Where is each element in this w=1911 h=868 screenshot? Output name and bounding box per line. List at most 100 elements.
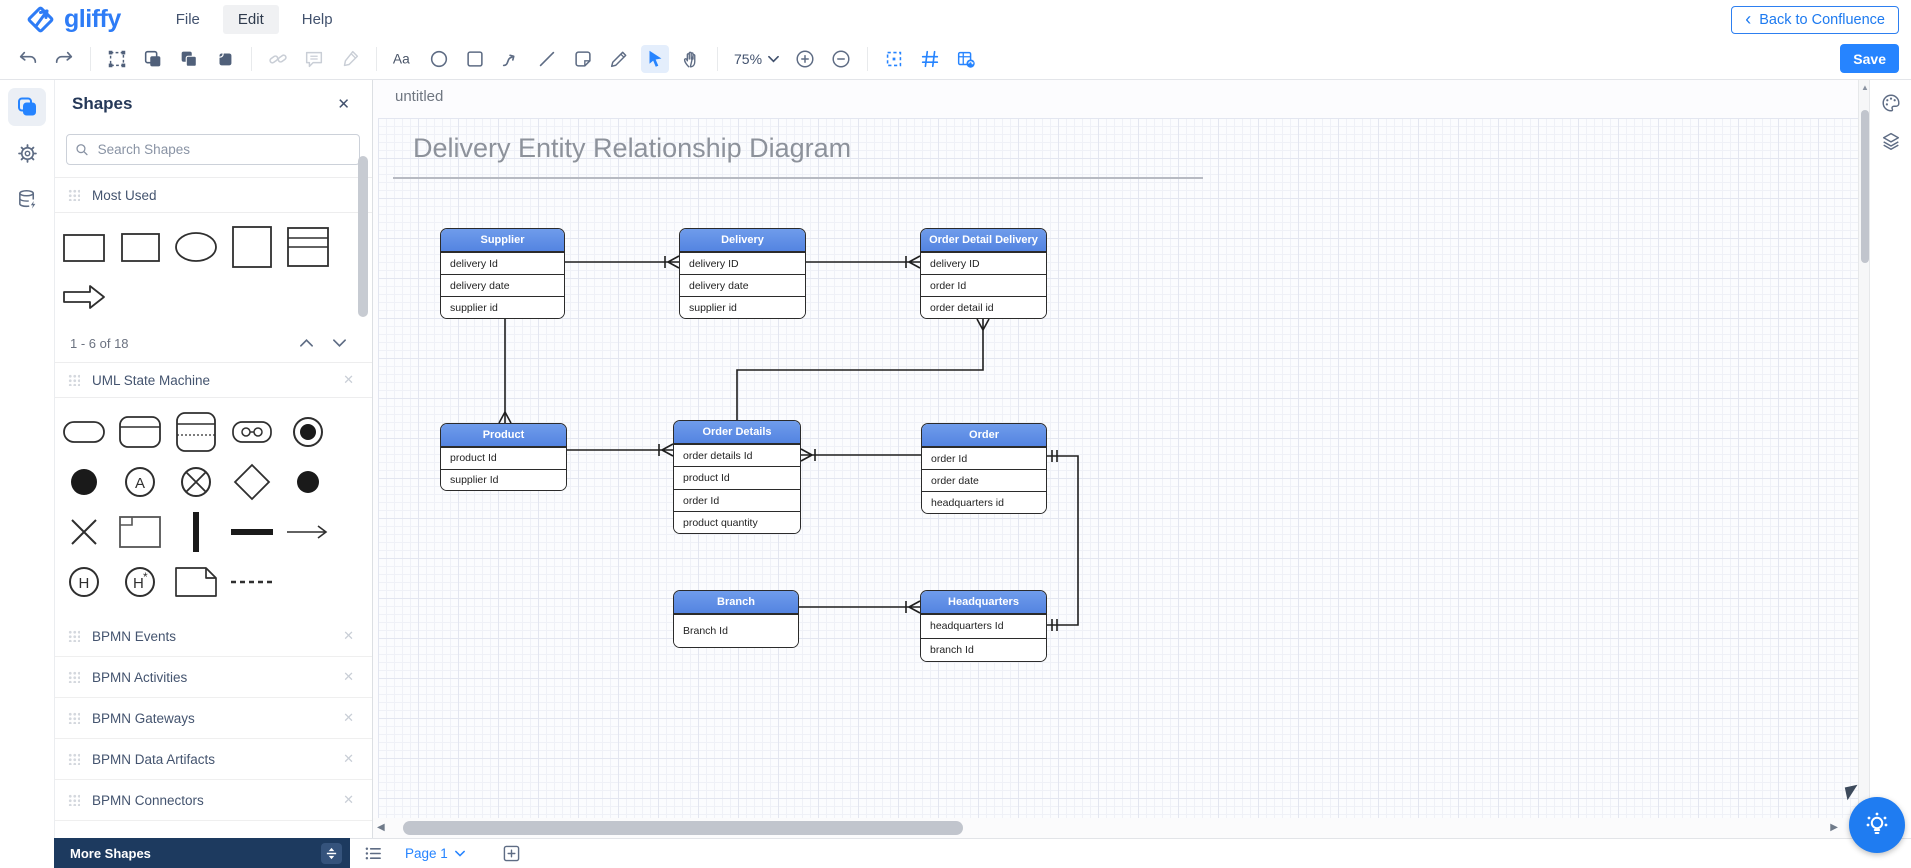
- close-icon[interactable]: ✕: [339, 370, 358, 390]
- search-input[interactable]: [95, 141, 351, 158]
- import-data-toggle[interactable]: [8, 180, 46, 218]
- page-up-chevron-icon[interactable]: [290, 333, 323, 354]
- close-icon[interactable]: ✕: [339, 749, 358, 769]
- shape-dashed-line[interactable]: [228, 558, 276, 606]
- panel-scrollbar[interactable]: [358, 156, 368, 317]
- duplicate-icon[interactable]: [211, 45, 239, 73]
- shape-deep-history[interactable]: H *: [116, 558, 164, 606]
- pan-hand-tool[interactable]: [677, 45, 705, 73]
- section-most-used[interactable]: Most Used: [54, 177, 372, 213]
- pencil-tool[interactable]: [605, 45, 633, 73]
- entity-headquarters[interactable]: Headquarters headquarters Id branch Id: [920, 590, 1047, 662]
- menu-help[interactable]: Help: [287, 5, 348, 34]
- redo-button[interactable]: [50, 45, 78, 73]
- shape-exit-point[interactable]: [172, 458, 220, 506]
- link-icon[interactable]: [264, 45, 292, 73]
- zoom-in-button[interactable]: [791, 45, 819, 73]
- note-tool[interactable]: [569, 45, 597, 73]
- zoom-level-select[interactable]: 75%: [734, 51, 779, 67]
- theme-palette-button[interactable]: [1876, 88, 1906, 118]
- shape-frame[interactable]: [116, 508, 164, 556]
- shapes-panel-toggle[interactable]: [8, 88, 46, 126]
- close-icon[interactable]: ✕: [339, 667, 358, 687]
- close-icon[interactable]: ✕: [339, 626, 358, 646]
- shape-shallow-history[interactable]: H: [60, 558, 108, 606]
- settings-panel-toggle[interactable]: [8, 134, 46, 172]
- paste-icon[interactable]: [175, 45, 203, 73]
- shape-concurrent-state[interactable]: [228, 408, 276, 456]
- close-icon[interactable]: ✕: [339, 708, 358, 728]
- entity-order-detail-delivery[interactable]: Order Detail Delivery delivery ID order Id…: [920, 228, 1047, 319]
- help-tips-button[interactable]: [1849, 797, 1905, 853]
- shape-category-bpmn-events[interactable]: BPMN Events ✕: [54, 616, 372, 657]
- zoom-out-button[interactable]: [827, 45, 855, 73]
- shape-category-bpmn-gateways[interactable]: BPMN Gateways ✕: [54, 698, 372, 739]
- shape-category-bpmn-connectors[interactable]: BPMN Connectors ✕: [54, 780, 372, 821]
- page-down-chevron-icon[interactable]: [323, 333, 356, 354]
- more-shapes-button[interactable]: More Shapes: [54, 838, 350, 868]
- shape-category-bpmn-activities[interactable]: BPMN Activities ✕: [54, 657, 372, 698]
- shape-rectangle[interactable]: [116, 223, 164, 271]
- vertical-scroll-thumb[interactable]: [1860, 110, 1869, 263]
- document-name[interactable]: untitled: [395, 88, 443, 105]
- add-page-button[interactable]: [503, 845, 520, 862]
- gliffy-logo[interactable]: gliffy: [24, 4, 121, 36]
- diagram-title-text[interactable]: Delivery Entity Relationship Diagram: [413, 133, 851, 164]
- scroll-right-arrow[interactable]: ▶: [1830, 822, 1838, 833]
- pointer-tool[interactable]: [641, 45, 669, 73]
- horizontal-scroll-thumb[interactable]: [403, 821, 963, 835]
- shape-choice-diamond[interactable]: [228, 458, 276, 506]
- ellipse-tool[interactable]: [425, 45, 453, 73]
- back-to-confluence-button[interactable]: ‹ Back to Confluence: [1731, 6, 1899, 34]
- section-uml-state-machine[interactable]: UML State Machine ✕: [54, 362, 372, 398]
- scroll-up-arrow[interactable]: ▲: [1861, 83, 1869, 92]
- snap-to-grid-icon[interactable]: [880, 45, 908, 73]
- save-button[interactable]: Save: [1840, 44, 1899, 73]
- shape-terminate-dot[interactable]: [284, 458, 332, 506]
- comment-icon[interactable]: [300, 45, 328, 73]
- group-select-icon[interactable]: [103, 45, 131, 73]
- format-painter-icon[interactable]: [336, 45, 364, 73]
- shape-state[interactable]: [60, 408, 108, 456]
- page-list-icon[interactable]: [364, 845, 383, 862]
- shape-cross[interactable]: [60, 508, 108, 556]
- show-grid-icon[interactable]: [916, 45, 944, 73]
- shape-state-with-title[interactable]: [116, 408, 164, 456]
- entity-branch[interactable]: Branch Branch Id: [673, 590, 799, 648]
- entity-product[interactable]: Product product Id supplier Id: [440, 423, 567, 491]
- horizontal-scrollbar[interactable]: ◀ ▶: [373, 818, 1858, 838]
- shape-table-entity[interactable]: [284, 223, 332, 271]
- shape-join-bar-horizontal[interactable]: [228, 508, 276, 556]
- undo-button[interactable]: [14, 45, 42, 73]
- entity-order[interactable]: Order order Id order date headquarters id: [921, 423, 1047, 514]
- layers-button[interactable]: [1876, 126, 1906, 156]
- shape-arrow-line[interactable]: [284, 508, 332, 556]
- rectangle-tool[interactable]: [461, 45, 489, 73]
- shape-join-bar-vertical[interactable]: [172, 508, 220, 556]
- shape-note[interactable]: [172, 558, 220, 606]
- shape-square-tall[interactable]: [228, 223, 276, 271]
- shape-action-state[interactable]: A: [116, 458, 164, 506]
- snap-to-shapes-icon[interactable]: [952, 45, 980, 73]
- scroll-left-arrow[interactable]: ◀: [377, 822, 385, 833]
- entity-supplier[interactable]: Supplier delivery Id delivery date supplier…: [440, 228, 565, 319]
- page-select[interactable]: Page 1: [405, 846, 465, 861]
- shape-rectangle-wide[interactable]: [60, 223, 108, 271]
- shape-ellipse[interactable]: [172, 223, 220, 271]
- shape-state-compartments[interactable]: [172, 408, 220, 456]
- close-icon[interactable]: ✕: [333, 91, 354, 117]
- diagram-canvas[interactable]: untitled Delivery Entity Relationship Di…: [373, 80, 1858, 818]
- line-tool[interactable]: [533, 45, 561, 73]
- shape-final-state[interactable]: [284, 408, 332, 456]
- text-tool[interactable]: Aa: [389, 45, 417, 73]
- copy-icon[interactable]: [139, 45, 167, 73]
- shape-initial-state[interactable]: [60, 458, 108, 506]
- entity-delivery[interactable]: Delivery delivery ID delivery date supplier…: [679, 228, 806, 319]
- shape-category-bpmn-data-artifacts[interactable]: BPMN Data Artifacts ✕: [54, 739, 372, 780]
- menu-edit[interactable]: Edit: [222, 5, 279, 34]
- shape-block-arrow[interactable]: [60, 273, 108, 321]
- entity-order-details[interactable]: Order Details order details Id product Id o…: [673, 420, 801, 534]
- menu-file[interactable]: File: [161, 5, 215, 34]
- shape-search[interactable]: [66, 134, 360, 165]
- close-icon[interactable]: ✕: [339, 790, 358, 810]
